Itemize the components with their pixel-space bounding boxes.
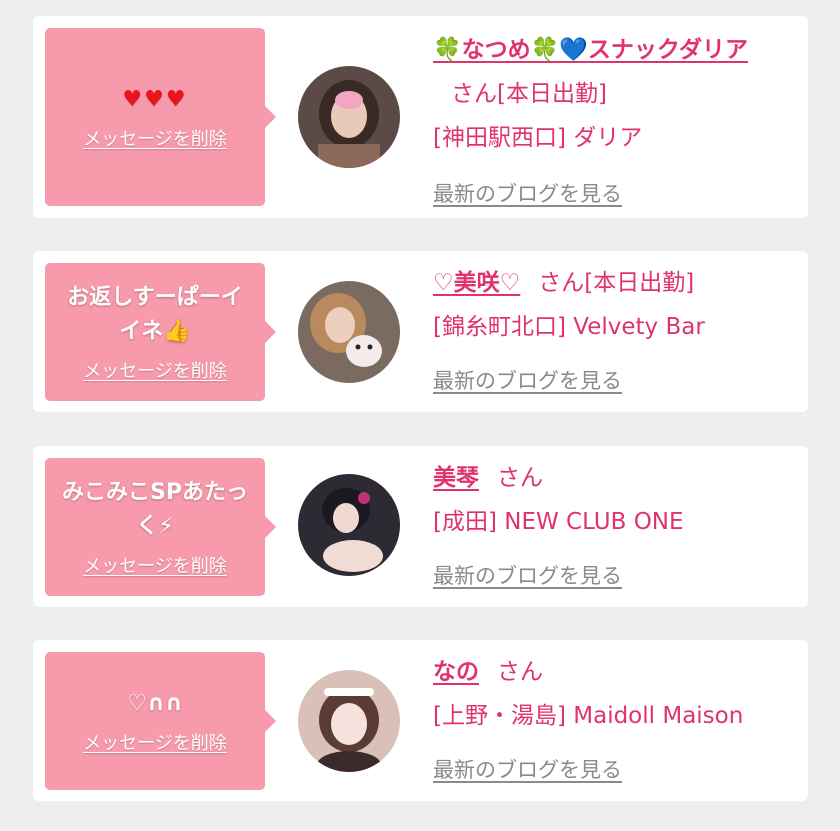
message-card: ♥♥♥ メッセージを削除 🍀なつめ🍀💙スナックダリアさん[本日出勤] [神田駅西… <box>33 16 808 218</box>
location-text: [上野・湯島] Maidoll Maison <box>433 703 744 729</box>
latest-blog-link[interactable]: 最新のブログを見る <box>433 172 622 216</box>
message-text: ♡∩∩ <box>127 691 183 716</box>
cast-info: 🍀なつめ🍀💙スナックダリアさん[本日出勤] [神田駅西口] ダリア 最新のブログ… <box>433 28 778 216</box>
avatar-photo-natsume <box>298 66 400 168</box>
cast-name-link[interactable]: ♡美咲♡ <box>433 270 520 296</box>
location-text: [錦糸町北口] Velvety Bar <box>433 314 705 340</box>
honorific: さん <box>497 465 543 491</box>
cast-info: ♡美咲♡ さん[本日出勤] [錦糸町北口] Velvety Bar 最新のブログを… <box>433 261 778 403</box>
avatar-photo-mikoto <box>298 474 400 576</box>
cast-name-link[interactable]: 美琴 <box>433 465 479 491</box>
location-text: [成田] NEW CLUB ONE <box>433 509 684 535</box>
avatar-photo-misaki <box>298 281 400 383</box>
name-line: なの さん <box>433 650 778 694</box>
honorific: さん <box>497 659 543 685</box>
honorific: さん <box>538 270 585 296</box>
latest-blog-link[interactable]: 最新のブログを見る <box>433 554 622 598</box>
clover-icon: 🍀 <box>530 37 560 63</box>
message-text: ♥♥♥ <box>122 87 188 112</box>
cast-info: 美琴 さん [成田] NEW CLUB ONE 最新のブログを見る <box>433 456 778 598</box>
avatar[interactable] <box>298 670 400 772</box>
name-line: 🍀なつめ🍀💙スナックダリアさん[本日出勤] <box>433 28 778 116</box>
latest-blog-link[interactable]: 最新のブログを見る <box>433 748 622 792</box>
message-bubble: ♥♥♥ メッセージを削除 <box>45 28 276 206</box>
blue-heart-icon: 💙 <box>559 37 588 63</box>
honorific: さん <box>451 81 497 107</box>
status-text: [本日出勤] <box>584 270 695 296</box>
message-bubble: お返しすーぱーイイネ👍 メッセージを削除 <box>45 263 276 401</box>
message-bubble: ♡∩∩ メッセージを削除 <box>45 652 276 790</box>
cast-name-link[interactable]: 🍀なつめ🍀💙スナックダリア <box>433 37 748 63</box>
avatar-photo-nano <box>298 670 400 772</box>
location-text: [神田駅西口] ダリア <box>433 125 643 151</box>
clover-icon: 🍀 <box>433 37 462 63</box>
message-card: ♡∩∩ メッセージを削除 なの さん [上野・湯島] Maidoll Maison… <box>33 640 808 801</box>
delete-message-link[interactable]: メッセージを削除 <box>83 125 227 151</box>
message-text: みこみこSPあたっく⚡ <box>62 480 248 539</box>
cast-name: なつめ <box>461 37 531 63</box>
message-text: お返しすーぱーイイネ👍 <box>67 285 243 344</box>
status-text: [本日出勤] <box>497 81 607 107</box>
message-card: お返しすーぱーイイネ👍 メッセージを削除 ♡美咲♡ さん[本日出勤] [錦糸町北口… <box>33 251 808 412</box>
message-bubble: みこみこSPあたっく⚡ メッセージを削除 <box>45 458 276 596</box>
cast-name-link[interactable]: なの <box>433 659 479 685</box>
delete-message-link[interactable]: メッセージを削除 <box>83 552 227 578</box>
delete-message-link[interactable]: メッセージを削除 <box>83 729 227 755</box>
avatar[interactable] <box>298 66 400 168</box>
latest-blog-link[interactable]: 最新のブログを見る <box>433 359 622 403</box>
message-card: みこみこSPあたっく⚡ メッセージを削除 美琴 さん [成田] NEW CLUB … <box>33 446 808 607</box>
shop-name: スナックダリア <box>587 37 749 63</box>
delete-message-link[interactable]: メッセージを削除 <box>83 357 227 383</box>
name-line: 美琴 さん <box>433 456 778 500</box>
avatar[interactable] <box>298 281 400 383</box>
name-line: ♡美咲♡ さん[本日出勤] <box>433 261 778 305</box>
avatar[interactable] <box>298 474 400 576</box>
cast-info: なの さん [上野・湯島] Maidoll Maison 最新のブログを見る <box>433 650 778 792</box>
